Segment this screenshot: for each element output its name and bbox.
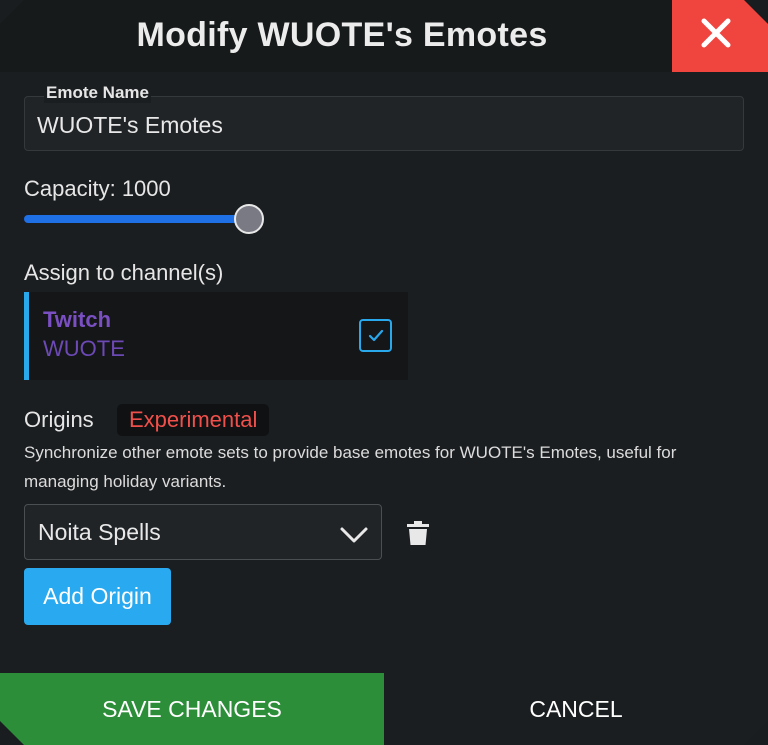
close-icon [701,18,731,48]
channel-platform: Twitch [43,307,112,332]
experimental-badge: Experimental [117,404,270,436]
cancel-button[interactable]: CANCEL [384,673,768,745]
save-changes-button[interactable]: SAVE CHANGES [0,673,384,745]
dialog-title: Modify WUOTE's Emotes [136,16,548,54]
channel-name: WUOTE [43,336,125,361]
chevron-down-icon[interactable] [339,526,369,544]
channel-checkbox[interactable] [359,319,392,352]
dialog-header: Modify WUOTE's Emotes [0,0,768,72]
origins-description: Synchronize other emote sets to provide … [24,443,677,491]
capacity-slider-track[interactable] [24,215,249,223]
origins-label: Origins [24,407,94,432]
origin-selected-value: Noita Spells [38,519,161,545]
capacity-label: Capacity: 1000 [24,176,171,201]
capacity-slider-thumb[interactable] [234,204,264,234]
trash-icon[interactable] [406,520,430,546]
check-icon [368,329,384,342]
close-button[interactable] [672,0,768,72]
add-origin-button[interactable]: Add Origin [24,568,171,625]
emote-name-label: Emote Name [44,83,151,103]
assign-channels-label: Assign to channel(s) [24,260,224,285]
modify-emote-set-dialog: Modify WUOTE's Emotes Emote Name WUOTE's… [0,0,768,745]
emote-name-input[interactable]: WUOTE's Emotes [37,112,223,139]
